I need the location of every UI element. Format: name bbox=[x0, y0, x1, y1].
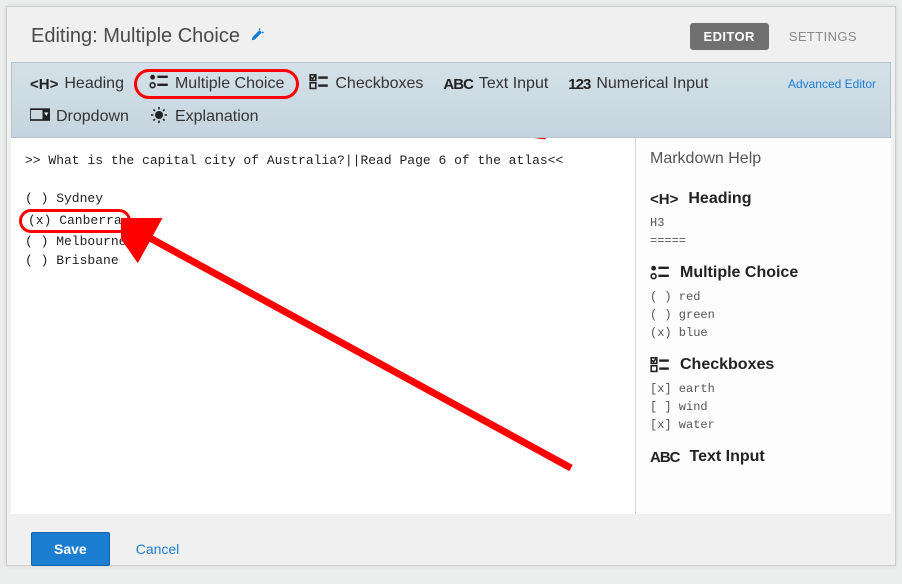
page-title: Editing: Multiple Choice bbox=[31, 25, 264, 48]
markdown-help-sidebar[interactable]: Markdown Help <H> Heading H3 ===== Multi… bbox=[635, 138, 891, 514]
heading-icon: <H> bbox=[30, 76, 58, 93]
tool-text-input[interactable]: ABC Text Input bbox=[433, 71, 558, 97]
help-heading-example: H3 ===== bbox=[650, 214, 877, 250]
tool-ni-label: Numerical Input bbox=[596, 75, 708, 93]
help-mc-example: ( ) red ( ) green (x) blue bbox=[650, 288, 877, 342]
tool-dropdown[interactable]: Dropdown bbox=[20, 103, 139, 131]
tool-mc-label: Multiple Choice bbox=[175, 75, 284, 93]
help-ti: ABC Text Input bbox=[650, 448, 877, 466]
dialog-header: Editing: Multiple Choice EDITOR SETTINGS bbox=[7, 7, 895, 58]
tool-exp-label: Explanation bbox=[175, 108, 259, 126]
editor-dialog: Editing: Multiple Choice EDITOR SETTINGS… bbox=[6, 6, 896, 566]
header-tabs: EDITOR SETTINGS bbox=[690, 23, 872, 50]
tab-settings[interactable]: SETTINGS bbox=[775, 23, 871, 50]
tool-numerical-input[interactable]: 123 Numerical Input bbox=[558, 71, 718, 97]
tool-heading[interactable]: <H> Heading bbox=[20, 71, 134, 97]
tool-explanation[interactable]: Explanation bbox=[139, 103, 269, 131]
option-1: ( ) Sydney bbox=[25, 191, 103, 206]
prompt-line: >> What is the capital city of Australia… bbox=[25, 153, 563, 168]
dropdown-icon bbox=[30, 107, 50, 127]
text-input-icon: ABC bbox=[443, 76, 473, 93]
option-2-correct: (x) Canberra bbox=[19, 209, 131, 234]
save-button[interactable]: Save bbox=[31, 532, 110, 566]
tool-cb-label: Checkboxes bbox=[335, 75, 423, 93]
checkboxes-icon bbox=[309, 74, 329, 94]
help-cb: Checkboxes bbox=[650, 356, 877, 374]
footer: Save Cancel bbox=[7, 514, 895, 584]
body: >> What is the capital city of Australia… bbox=[11, 138, 891, 514]
edit-title-icon[interactable] bbox=[250, 25, 264, 48]
sidebar-title: Markdown Help bbox=[650, 138, 877, 176]
cancel-button[interactable]: Cancel bbox=[136, 541, 180, 557]
title-text: Editing: Multiple Choice bbox=[31, 25, 240, 48]
help-cb-example: [x] earth [ ] wind [x] water bbox=[650, 380, 877, 434]
numerical-input-icon: 123 bbox=[568, 76, 590, 93]
option-4: ( ) Brisbane bbox=[25, 253, 119, 268]
help-mc: Multiple Choice bbox=[650, 264, 877, 282]
option-3: ( ) Melbourne bbox=[25, 234, 126, 249]
annotation-arrow-diag bbox=[121, 218, 581, 478]
help-heading: <H> Heading bbox=[650, 190, 877, 208]
tool-multiple-choice[interactable]: Multiple Choice bbox=[134, 69, 299, 99]
explanation-icon bbox=[149, 107, 169, 127]
tool-ti-label: Text Input bbox=[479, 75, 548, 93]
tool-dd-label: Dropdown bbox=[56, 108, 129, 126]
advanced-editor-link[interactable]: Advanced Editor bbox=[788, 77, 882, 91]
text-input-icon: ABC bbox=[650, 449, 680, 466]
tab-editor[interactable]: EDITOR bbox=[690, 23, 769, 50]
multiple-choice-icon bbox=[149, 74, 169, 94]
markdown-editor[interactable]: >> What is the capital city of Australia… bbox=[11, 138, 635, 514]
heading-icon: <H> bbox=[650, 191, 678, 208]
tool-checkboxes[interactable]: Checkboxes bbox=[299, 70, 433, 98]
toolbar: <H> Heading Multiple Choice Checkboxes A… bbox=[11, 62, 891, 138]
tool-heading-label: Heading bbox=[64, 75, 124, 93]
annotation-arrow-top bbox=[301, 138, 551, 146]
